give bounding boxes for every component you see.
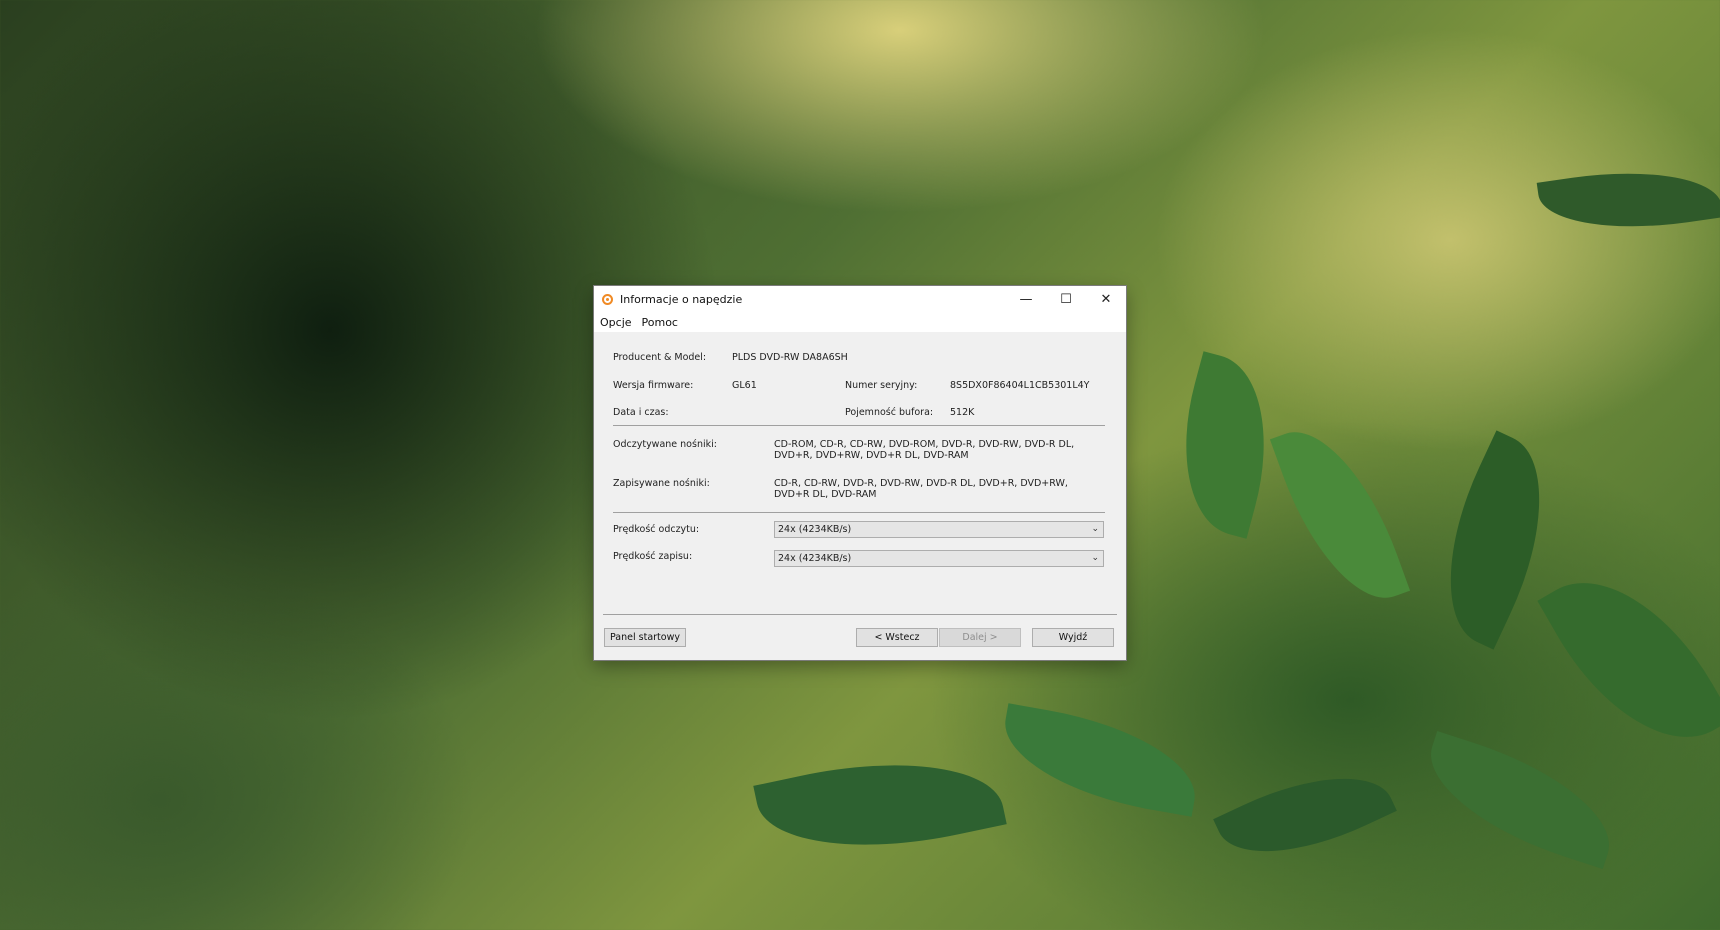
producer-value: PLDS DVD-RW DA8A6SH xyxy=(732,352,848,363)
serial-label: Numer seryjny: xyxy=(845,380,918,391)
buffer-label: Pojemność bufora: xyxy=(845,407,934,418)
background-leaf xyxy=(1269,412,1411,618)
datetime-label: Data i czas: xyxy=(613,407,669,418)
next-button[interactable]: Dalej > xyxy=(939,628,1021,647)
chevron-down-icon: ⌄ xyxy=(1091,524,1099,534)
menu-help[interactable]: Pomoc xyxy=(642,316,678,329)
separator xyxy=(613,512,1105,513)
background-leaf xyxy=(753,736,1007,874)
background-leaf xyxy=(1412,731,1628,869)
app-disc-icon xyxy=(602,293,613,305)
back-button[interactable]: < Wstecz xyxy=(856,628,938,647)
background-leaf xyxy=(994,703,1206,817)
firmware-value: GL61 xyxy=(732,380,757,391)
write-media-label: Zapisywane nośniki: xyxy=(613,478,710,489)
background-leaf xyxy=(1213,747,1397,883)
close-icon[interactable]: ✕ xyxy=(1086,286,1126,312)
firmware-label: Wersja firmware: xyxy=(613,380,694,391)
menu-bar: Opcje Pomoc xyxy=(594,312,1126,332)
write-media-value: CD-R, CD-RW, DVD-R, DVD-RW, DVD-R DL, DV… xyxy=(774,478,1068,500)
read-media-label: Odczytywane nośniki: xyxy=(613,439,717,450)
serial-value: 8S5DX0F86404L1CB5301L4Y xyxy=(950,380,1090,391)
background-leaf xyxy=(1159,351,1291,539)
chevron-down-icon: ⌄ xyxy=(1091,553,1099,563)
write-speed-value: 24x (4234KB/s) xyxy=(778,553,852,564)
maximize-icon[interactable]: ☐ xyxy=(1046,286,1086,312)
read-speed-value: 24x (4234KB/s) xyxy=(778,524,852,535)
write-speed-select[interactable]: 24x (4234KB/s) ⌄ xyxy=(774,550,1104,567)
read-media-value: CD-ROM, CD-R, CD-RW, DVD-ROM, DVD-R, DVD… xyxy=(774,439,1075,461)
separator xyxy=(603,614,1117,615)
background-leaf xyxy=(1537,545,1720,775)
minimize-icon[interactable]: — xyxy=(1006,286,1046,312)
start-panel-button[interactable]: Panel startowy xyxy=(604,628,686,647)
exit-button[interactable]: Wyjdź xyxy=(1032,628,1114,647)
read-speed-label: Prędkość odczytu: xyxy=(613,524,700,535)
background-leaf xyxy=(1536,157,1720,243)
write-speed-label: Prędkość zapisu: xyxy=(613,551,693,562)
read-speed-select[interactable]: 24x (4234KB/s) ⌄ xyxy=(774,521,1104,538)
buffer-value: 512K xyxy=(950,407,975,418)
title-bar[interactable]: Informacje o napędzie — ☐ ✕ xyxy=(594,286,1126,312)
producer-label: Producent & Model: xyxy=(613,352,707,363)
window-title: Informacje o napędzie xyxy=(620,292,743,306)
menu-options[interactable]: Opcje xyxy=(600,316,632,329)
separator xyxy=(613,425,1105,426)
drive-info-dialog: Informacje o napędzie — ☐ ✕ Opcje Pomoc … xyxy=(594,286,1126,660)
